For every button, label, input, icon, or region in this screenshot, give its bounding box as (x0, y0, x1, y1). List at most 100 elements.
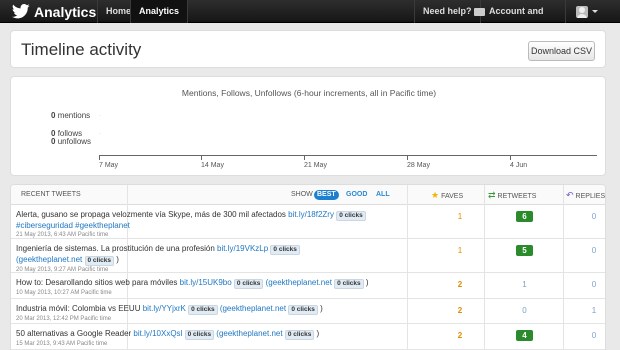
x-tick-mark (201, 156, 202, 160)
table-row: Ingeniería de sistemas. La prostitución … (11, 240, 605, 274)
filter-good[interactable]: GOOD (343, 190, 370, 200)
faves-count: 2 (457, 280, 463, 289)
table-row: Industria móvil: Colombia vs EEUU bit.ly… (11, 300, 605, 324)
activity-chart: Mentions, Follows, Unfollows (6-hour inc… (10, 76, 606, 176)
reply-icon: ↶ (566, 190, 574, 200)
table-row: 50 alternativas a Google Reader bit.ly/1… (11, 325, 605, 350)
chart-title: Mentions, Follows, Unfollows (6-hour inc… (181, 88, 437, 98)
header-faves[interactable]: ★ FAVES (431, 185, 463, 205)
nav-analytics-label: Analytics (139, 6, 180, 16)
tweet-source-link[interactable]: (geektheplanet.net (220, 304, 286, 313)
tweet-link[interactable]: bit.ly/10XxQsl (133, 329, 182, 338)
series-label-unfollows: 0 unfollows (51, 137, 91, 146)
brand[interactable]: Analytics (12, 2, 96, 21)
page-title: Timeline activity (21, 40, 142, 59)
faves-count: 1 (457, 246, 463, 255)
tweet-body: 50 alternativas a Google Reader (16, 329, 132, 338)
tweet-source-link[interactable]: (geektheplanet.net (266, 278, 332, 287)
header-retweets-label: RETWEETS (497, 193, 537, 200)
tweet-link[interactable]: bit.ly/YYjxrK (143, 304, 186, 313)
tweet-timestamp: 21 May 2013, 6:43 AM Pacific time (16, 232, 109, 238)
replies-count: 1 (591, 306, 597, 315)
x-tick-mark (510, 156, 511, 160)
filter-all[interactable]: ALL (373, 190, 393, 200)
briefcase-icon (474, 7, 485, 16)
clicks-badge: 0 clicks (284, 330, 315, 340)
header-replies[interactable]: ↶ REPLIES (566, 185, 605, 205)
clicks-badge: 0 clicks (184, 330, 215, 340)
table-row: Alerta, gusano se propaga velozmente vía… (11, 206, 605, 239)
mentions-baseline: · (99, 113, 101, 119)
clicks-badge: 0 clicks (270, 245, 300, 255)
replies-count: 0 (591, 331, 597, 340)
nav-user-menu[interactable] (568, 0, 612, 23)
tweet-source-link[interactable]: (geektheplanet.net (216, 329, 282, 338)
clicks-badge: 0 clicks (288, 305, 318, 315)
replies-count: 0 (591, 212, 597, 221)
table-header: RECENT TWEETS SHOW BEST GOOD ALL ★ FAVES … (11, 185, 605, 205)
x-tick-label: 4 Jun (510, 162, 528, 169)
star-icon: ★ (431, 190, 440, 200)
tweet-link[interactable]: bit.ly/15UK9bo (180, 278, 232, 287)
header-show: SHOW (291, 191, 313, 198)
tweet-body: Alerta, gusano se propaga velozmente vía… (16, 210, 286, 219)
tweet-source-link[interactable]: (geektheplanet.net (16, 255, 82, 264)
header-recent-tweets: RECENT TWEETS (21, 191, 81, 198)
follows-baseline: · (99, 131, 101, 137)
tweet-body: How to: Desarollando sitios web para móv… (16, 278, 178, 287)
clicks-badge: 0 clicks (233, 279, 264, 289)
recent-tweets-table: RECENT TWEETS SHOW BEST GOOD ALL ★ FAVES … (10, 184, 606, 350)
x-tick-mark (99, 156, 100, 160)
tweet-link[interactable]: bit.ly/18f2Zry (288, 210, 334, 219)
filter-best[interactable]: BEST (314, 190, 339, 200)
header-panel: Timeline activity Download CSV (10, 30, 606, 68)
tweet-timestamp: 10 May 2013, 10:27 AM Pacific time (16, 290, 112, 296)
table-row: How to: Desarollando sitios web para móv… (11, 274, 605, 299)
tweet-body: Ingeniería de sistemas. La prostitución … (16, 244, 215, 253)
header-replies-label: REPLIES (575, 193, 606, 200)
series-label-mentions: 0 mentions (51, 111, 90, 120)
tweet-timestamp: 20 May 2013, 9:27 AM Pacific time (16, 267, 109, 273)
clicks-badge: 0 clicks (336, 211, 366, 221)
unfollows-count: 0 (51, 137, 56, 146)
tweet-text: How to: Desarollando sitios web para móv… (16, 278, 406, 297)
retweets-count: 6 (516, 211, 533, 222)
user-avatar-icon (576, 5, 588, 18)
tweet-link[interactable]: bit.ly/19VKzLp (217, 244, 268, 253)
twitter-bird-icon (12, 4, 30, 19)
header-retweets[interactable]: ⇄ RETWEETS (488, 185, 536, 205)
retweets-count: 5 (516, 245, 533, 256)
clicks-badge: 0 clicks (188, 305, 218, 315)
close-paren: ) (320, 304, 323, 313)
x-tick-label: 21 May (304, 162, 327, 169)
top-nav-bar: Analytics Home Analytics Need help? Acco… (0, 0, 620, 39)
tweet-hashtags[interactable]: #ciberseguridad #geektheplanet (16, 221, 130, 230)
clicks-badge: 0 clicks (334, 279, 364, 289)
tweet-body: Industria móvil: Colombia vs EEUU (16, 304, 141, 313)
mentions-count: 0 (51, 111, 56, 120)
tweet-text: Alerta, gusano se propaga velozmente vía… (16, 210, 406, 239)
tweet-timestamp: 15 Mar 2013, 9:43 AM Pacific time (16, 341, 108, 347)
x-tick-mark (304, 156, 305, 160)
mentions-name: mentions (57, 111, 91, 120)
clicks-badge: 0 clicks (84, 256, 115, 266)
x-tick-label: 28 May (407, 162, 430, 169)
brand-label: Analytics (34, 3, 97, 20)
x-tick-mark (407, 156, 408, 160)
faves-count: 2 (457, 306, 463, 315)
retweets-count: 1 (522, 280, 527, 289)
faves-count: 2 (457, 331, 463, 340)
retweet-icon: ⇄ (488, 190, 496, 200)
tweet-text: Ingeniería de sistemas. La prostitución … (16, 244, 406, 274)
close-paren: ) (316, 329, 320, 338)
chevron-down-icon (592, 10, 598, 14)
nav-analytics-dropdown[interactable]: Analytics (130, 0, 188, 37)
retweets-count: 0 (522, 306, 527, 315)
x-axis (99, 155, 597, 156)
retweets-count: 4 (516, 330, 533, 341)
header-faves-label: FAVES (441, 193, 464, 200)
nav-account-billing[interactable]: Account and billing (466, 0, 566, 39)
faves-count: 1 (457, 212, 463, 221)
download-csv-button[interactable]: Download CSV (528, 41, 595, 61)
close-paren: ) (365, 278, 369, 287)
